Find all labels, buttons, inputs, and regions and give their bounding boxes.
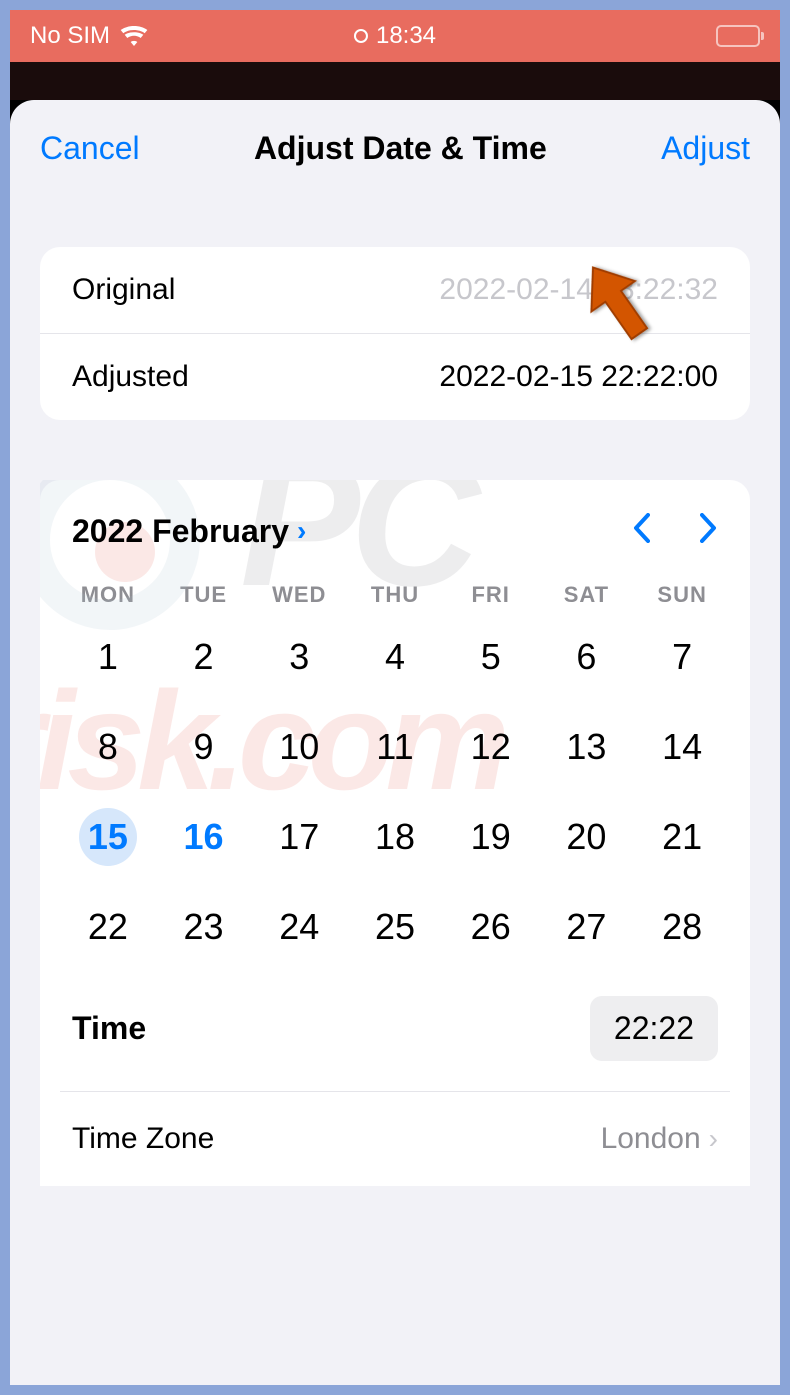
day-cell[interactable]: 12 [443, 718, 539, 776]
weekday-label: MON [60, 582, 156, 608]
chevron-right-icon: › [297, 515, 306, 547]
day-cell[interactable]: 17 [251, 808, 347, 866]
record-icon [354, 29, 368, 43]
cancel-button[interactable]: Cancel [40, 130, 140, 167]
time-label: Time [72, 1010, 146, 1047]
weekday-label: THU [347, 582, 443, 608]
day-cell[interactable]: 16 [156, 808, 252, 866]
day-cell[interactable]: 22 [60, 898, 156, 956]
weekday-label: SAT [539, 582, 635, 608]
day-cell[interactable]: 5 [443, 628, 539, 686]
time-value-pill[interactable]: 22:22 [590, 996, 718, 1061]
timezone-label: Time Zone [72, 1122, 214, 1156]
day-cell[interactable]: 1 [60, 628, 156, 686]
day-cell[interactable]: 2 [156, 628, 252, 686]
month-year-selector[interactable]: 2022 February › [72, 513, 306, 550]
sim-status: No SIM [30, 22, 110, 50]
chevron-right-icon: › [709, 1123, 718, 1155]
chevron-right-icon [700, 513, 718, 543]
day-cell[interactable]: 15 [79, 808, 137, 866]
day-cell[interactable]: 28 [634, 898, 730, 956]
adjusted-value: 2022-02-15 22:22:00 [439, 360, 718, 394]
day-cell[interactable]: 25 [347, 898, 443, 956]
time-picker-row: Time 22:22 [60, 976, 730, 1091]
day-cell[interactable]: 21 [634, 808, 730, 866]
day-cell[interactable]: 14 [634, 718, 730, 776]
adjusted-label: Adjusted [72, 360, 189, 394]
background-strip [10, 62, 780, 100]
calendar-days-grid: 1234567891011121314151617181920212223242… [60, 628, 730, 976]
day-cell[interactable]: 27 [539, 898, 635, 956]
weekday-label: SUN [634, 582, 730, 608]
day-cell[interactable]: 4 [347, 628, 443, 686]
day-cell[interactable]: 18 [347, 808, 443, 866]
chevron-left-icon [632, 513, 650, 543]
day-cell[interactable]: 10 [251, 718, 347, 776]
adjust-date-time-modal: Cancel Adjust Date & Time Adjust Origina… [10, 100, 780, 1385]
timezone-value: London [601, 1122, 701, 1156]
battery-icon [716, 25, 760, 47]
day-cell[interactable]: 23 [156, 898, 252, 956]
weekday-label: TUE [156, 582, 252, 608]
day-cell[interactable]: 8 [60, 718, 156, 776]
prev-month-button[interactable] [632, 510, 650, 552]
arrow-annotation-icon [570, 255, 665, 350]
day-cell[interactable]: 11 [347, 718, 443, 776]
wifi-icon [120, 26, 148, 46]
timezone-row[interactable]: Time Zone London › [60, 1091, 730, 1186]
day-cell[interactable]: 20 [539, 808, 635, 866]
day-cell[interactable]: 6 [539, 628, 635, 686]
original-label: Original [72, 273, 175, 307]
day-cell[interactable]: 9 [156, 718, 252, 776]
weekday-label: WED [251, 582, 347, 608]
day-cell[interactable]: 3 [251, 628, 347, 686]
next-month-button[interactable] [700, 510, 718, 552]
status-time: 18:34 [376, 22, 436, 50]
status-bar: No SIM 18:34 [10, 10, 780, 62]
modal-title: Adjust Date & Time [254, 130, 547, 167]
day-cell[interactable]: 13 [539, 718, 635, 776]
adjust-button[interactable]: Adjust [661, 130, 750, 167]
month-year-label: 2022 February [72, 513, 289, 550]
day-cell[interactable]: 24 [251, 898, 347, 956]
weekday-header: MONTUEWEDTHUFRISATSUN [60, 572, 730, 628]
day-cell[interactable]: 7 [634, 628, 730, 686]
weekday-label: FRI [443, 582, 539, 608]
day-cell[interactable]: 19 [443, 808, 539, 866]
day-cell[interactable]: 26 [443, 898, 539, 956]
calendar-card: PC risk.com 2022 February › [40, 480, 750, 1186]
